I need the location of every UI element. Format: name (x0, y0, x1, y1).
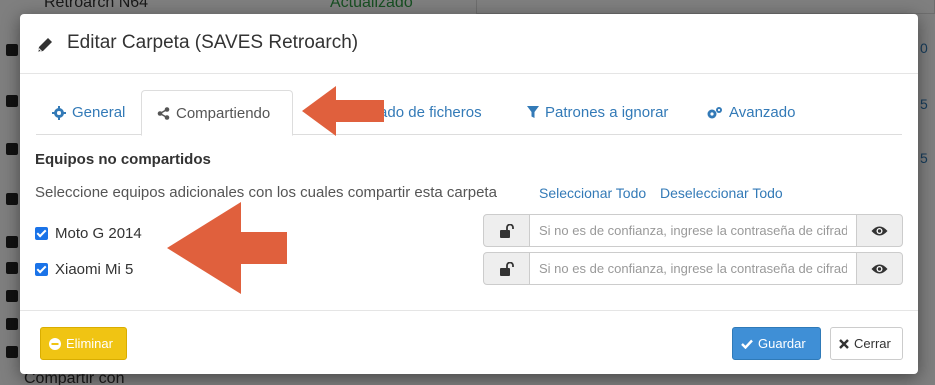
annotation-arrow-icon (167, 202, 287, 294)
select-all-link[interactable]: Seleccionar Todo (539, 185, 646, 201)
section-title: Equipos no compartidos (35, 151, 211, 168)
password-input[interactable] (529, 214, 857, 247)
password-group (483, 214, 903, 247)
unlock-icon (499, 223, 514, 238)
filter-icon (527, 106, 539, 118)
save-label: Guardar (758, 336, 806, 351)
check-icon (741, 339, 753, 349)
tab-label: General (72, 104, 126, 121)
close-label: Cerrar (854, 336, 891, 351)
pencil-icon (38, 38, 52, 52)
tab-compartiendo[interactable]: Compartiendo (141, 90, 293, 136)
tab-label: Patrones a ignorar (545, 104, 669, 121)
unlock-toggle[interactable] (483, 214, 530, 247)
modal-header: Editar Carpeta (SAVES Retroarch) (20, 14, 918, 74)
device-row[interactable]: Moto G 2014 (35, 225, 142, 242)
show-password-toggle[interactable] (856, 214, 903, 247)
password-input[interactable] (529, 252, 857, 285)
share-description: Seleccione equipos adicionales con los c… (35, 184, 497, 201)
edit-folder-modal: Editar Carpeta (SAVES Retroarch) General… (20, 14, 918, 374)
delete-label: Eliminar (66, 336, 113, 351)
modal-title: Editar Carpeta (SAVES Retroarch) (67, 32, 359, 53)
cogs-icon (707, 106, 722, 118)
tab-general[interactable]: General (52, 90, 125, 135)
deselect-all-link[interactable]: Deseleccionar Todo (660, 185, 783, 201)
tab-bar: General Compartiendo Versionado de fiche… (36, 90, 902, 136)
close-icon (839, 338, 849, 349)
annotation-arrow-icon (302, 86, 384, 136)
device-checkbox[interactable] (35, 263, 48, 276)
eye-icon (871, 226, 888, 235)
close-button[interactable]: Cerrar (830, 327, 903, 360)
minus-circle-icon (49, 337, 61, 350)
show-password-toggle[interactable] (856, 252, 903, 285)
modal-footer: Eliminar Guardar Cerrar (20, 310, 918, 374)
save-button[interactable]: Guardar (732, 327, 821, 360)
device-checkbox[interactable] (35, 227, 48, 240)
unlock-icon (499, 261, 514, 276)
password-group (483, 252, 903, 285)
tab-patrones[interactable]: Patrones a ignorar (527, 90, 668, 135)
tab-avanzado[interactable]: Avanzado (706, 90, 795, 135)
tab-label: Avanzado (729, 104, 796, 121)
device-row[interactable]: Xiaomi Mi 5 (35, 261, 133, 278)
gear-icon (52, 105, 66, 120)
share-icon (157, 106, 170, 120)
tab-label: Compartiendo (176, 104, 271, 122)
delete-button[interactable]: Eliminar (40, 327, 127, 360)
device-name: Xiaomi Mi 5 (55, 261, 134, 278)
device-name: Moto G 2014 (55, 225, 142, 242)
eye-icon (871, 264, 888, 273)
unlock-toggle[interactable] (483, 252, 530, 285)
